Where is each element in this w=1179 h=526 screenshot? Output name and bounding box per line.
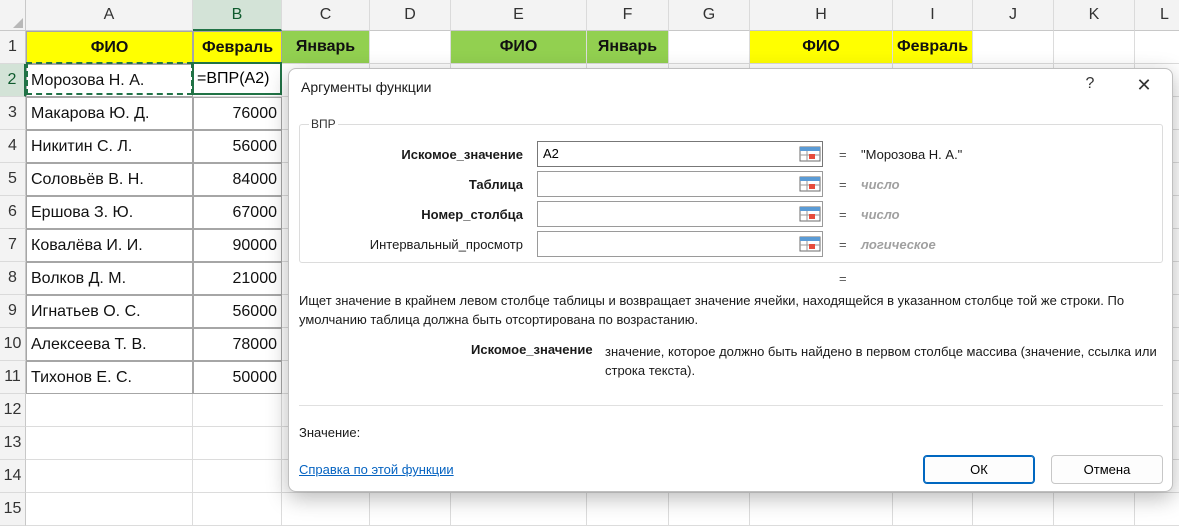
cell[interactable] — [1054, 31, 1135, 64]
value-cell[interactable]: 90000 — [193, 229, 282, 262]
name-cell[interactable]: Соловьёв В. Н. — [26, 163, 193, 196]
name-cell[interactable]: Тихонов Е. С. — [26, 361, 193, 394]
row-header-2[interactable]: 2 — [0, 64, 26, 97]
value-cell[interactable]: 50000 — [193, 361, 282, 394]
arg-result-col-index: число — [861, 207, 900, 222]
header-cell-i1[interactable]: Февраль — [893, 31, 973, 64]
name-cell[interactable]: Ковалёва И. И. — [26, 229, 193, 262]
value-cell[interactable]: 56000 — [193, 295, 282, 328]
divider — [299, 405, 1163, 406]
row-header-8[interactable]: 8 — [0, 262, 26, 295]
name-cell[interactable]: Макарова Ю. Д. — [26, 97, 193, 130]
cell[interactable] — [973, 31, 1054, 64]
column-header-c[interactable]: C — [282, 0, 370, 31]
arg-equals: = — [839, 237, 847, 252]
cell[interactable] — [26, 427, 193, 460]
header-cell-h1[interactable]: ФИО — [750, 31, 893, 64]
function-arguments-dialog: Аргументы функции ? ✕ ВПР Искомое_значен… — [288, 68, 1173, 492]
row-header-9[interactable]: 9 — [0, 295, 26, 328]
row-header-12[interactable]: 12 — [0, 394, 26, 427]
cell[interactable] — [1135, 31, 1179, 64]
value-cell[interactable]: 78000 — [193, 328, 282, 361]
name-cell[interactable]: Волков Д. М. — [26, 262, 193, 295]
name-cell[interactable]: Морозова Н. А. — [26, 64, 193, 97]
column-header-h[interactable]: H — [750, 0, 893, 31]
name-cell[interactable]: Ершова З. Ю. — [26, 196, 193, 229]
row-header-1[interactable]: 1 — [0, 31, 26, 64]
header-cell-c1[interactable]: Январь — [282, 31, 370, 64]
row-header-14[interactable]: 14 — [0, 460, 26, 493]
row-header-6[interactable]: 6 — [0, 196, 26, 229]
arg-result-range-lookup: логическое — [861, 237, 936, 252]
arg-label-table: Таблица — [468, 177, 523, 192]
arg-equals: = — [839, 177, 847, 192]
select-all-corner[interactable] — [0, 0, 26, 31]
header-cell-f1[interactable]: Январь — [587, 31, 669, 64]
arg-result-table: число — [861, 177, 900, 192]
close-icon[interactable]: ✕ — [1132, 75, 1156, 96]
arg-input-table[interactable] — [537, 171, 823, 197]
value-cell[interactable]: 76000 — [193, 97, 282, 130]
cell[interactable] — [669, 31, 750, 64]
column-header-b[interactable]: B — [193, 0, 282, 31]
range-select-icon[interactable] — [799, 235, 821, 253]
arg-input-range-lookup[interactable] — [537, 231, 823, 257]
arg-help-text: значение, которое должно быть найдено в … — [605, 344, 1157, 378]
arg-input-col-index[interactable] — [537, 201, 823, 227]
value-cell[interactable]: 67000 — [193, 196, 282, 229]
column-header-l[interactable]: L — [1135, 0, 1179, 31]
value-label: Значение: — [299, 425, 361, 440]
row-header-5[interactable]: 5 — [0, 163, 26, 196]
formula-result-equals: = — [839, 271, 847, 286]
cell[interactable] — [26, 394, 193, 427]
arg-equals: = — [839, 147, 847, 162]
column-header-g[interactable]: G — [669, 0, 750, 31]
column-header-f[interactable]: F — [587, 0, 669, 31]
value-cell[interactable]: 56000 — [193, 130, 282, 163]
column-header-e[interactable]: E — [451, 0, 587, 31]
column-header-i[interactable]: I — [893, 0, 973, 31]
arg-label-col-index: Номер_столбца — [421, 207, 523, 222]
row-header-11[interactable]: 11 — [0, 361, 26, 394]
value-cell[interactable]: 21000 — [193, 262, 282, 295]
row-header-7[interactable]: 7 — [0, 229, 26, 262]
row-header-4[interactable]: 4 — [0, 130, 26, 163]
formula-edit-cell-b2[interactable]: =ВПР(A2) — [192, 62, 282, 95]
column-header-d[interactable]: D — [370, 0, 451, 31]
arg-equals: = — [839, 207, 847, 222]
ok-button[interactable]: ОК — [923, 455, 1035, 484]
range-select-icon[interactable] — [799, 145, 821, 163]
cell[interactable] — [193, 394, 282, 427]
function-name-label: ВПР — [309, 117, 338, 131]
function-description: Ищет значение в крайнем левом столбце та… — [299, 293, 1125, 327]
header-cell-e1[interactable]: ФИО — [451, 31, 587, 64]
header-cell-a1[interactable]: ФИО — [26, 31, 193, 64]
arg-help-name: Искомое_значение — [471, 342, 593, 357]
arg-label-range-lookup: Интервальный_просмотр — [369, 237, 523, 252]
column-header-a[interactable]: A — [26, 0, 193, 31]
cell[interactable] — [193, 460, 282, 493]
cell[interactable] — [193, 427, 282, 460]
range-select-icon[interactable] — [799, 175, 821, 193]
range-select-icon[interactable] — [799, 205, 821, 223]
cell[interactable] — [370, 31, 451, 64]
header-cell-b1[interactable]: Февраль — [193, 31, 282, 64]
value-cell[interactable]: 84000 — [193, 163, 282, 196]
column-header-j[interactable]: J — [973, 0, 1054, 31]
name-cell[interactable]: Никитин С. Л. — [26, 130, 193, 163]
row-header-3[interactable]: 3 — [0, 97, 26, 130]
row-header-10[interactable]: 10 — [0, 328, 26, 361]
column-header-k[interactable]: K — [1054, 0, 1135, 31]
function-help-link[interactable]: Справка по этой функции — [299, 462, 454, 477]
arg-label-lookup-value: Искомое_значение — [401, 147, 523, 162]
name-cell[interactable]: Алексеева Т. В. — [26, 328, 193, 361]
dialog-title: Аргументы функции — [301, 79, 432, 95]
cell[interactable] — [26, 460, 193, 493]
arg-result-lookup-value: "Морозова Н. А." — [861, 147, 963, 162]
name-cell[interactable]: Игнатьев О. С. — [26, 295, 193, 328]
help-icon[interactable]: ? — [1078, 75, 1102, 93]
row-header-13[interactable]: 13 — [0, 427, 26, 460]
cancel-button[interactable]: Отмена — [1051, 455, 1163, 484]
arg-input-lookup-value[interactable]: A2 — [537, 141, 823, 167]
